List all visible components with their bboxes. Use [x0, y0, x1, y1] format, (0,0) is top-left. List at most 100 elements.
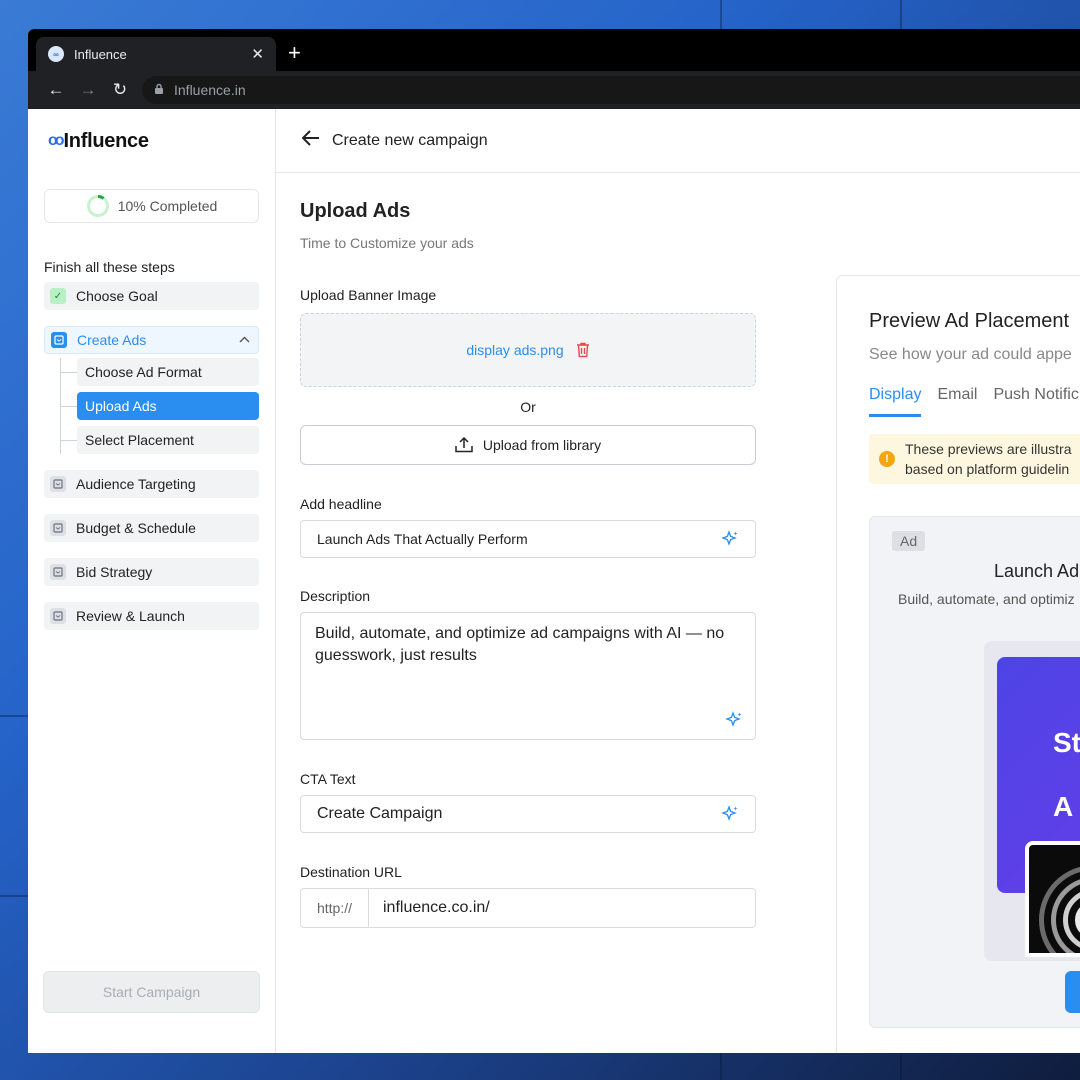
url-prefix: http://: [301, 889, 369, 927]
page-header: Create new campaign: [276, 109, 1080, 173]
substep-label: Choose Ad Format: [85, 364, 202, 380]
sparkle-icon[interactable]: [721, 805, 739, 823]
page-title: Create new campaign: [332, 131, 488, 149]
brand-logo[interactable]: oo Influence: [48, 109, 259, 173]
ad-badge: Ad: [892, 531, 926, 551]
reload-icon[interactable]: ↻: [104, 80, 136, 100]
step-icon: [51, 332, 67, 348]
chevron-up-icon[interactable]: [239, 334, 250, 346]
infinity-logo-icon: oo: [48, 132, 64, 149]
create-ads-substeps: Choose Ad Format Upload Ads Select Place…: [60, 358, 259, 454]
preview-tabs: Display Email Push Notific: [869, 386, 1080, 417]
progress-indicator: 10% Completed: [44, 189, 259, 223]
banner-label: Upload Banner Image: [300, 287, 437, 303]
url-value: influence.co.in/: [383, 899, 490, 916]
laptop-image: [1025, 841, 1080, 957]
tab-email[interactable]: Email: [937, 386, 977, 417]
substep-label: Select Placement: [85, 432, 194, 448]
ad-cta-button[interactable]: [1065, 971, 1080, 1013]
warning-text-line1: These previews are illustra: [905, 441, 1072, 457]
tab-display[interactable]: Display: [869, 386, 922, 417]
substep-select-placement[interactable]: Select Placement: [61, 426, 259, 454]
preview-panel: Preview Ad Placement See how your ad cou…: [836, 275, 1080, 1053]
step-icon: [50, 564, 66, 580]
headline-label: Add headline: [300, 496, 382, 512]
trash-icon[interactable]: [576, 342, 590, 358]
check-icon: ✓: [50, 288, 66, 304]
step-label: Create Ads: [77, 332, 147, 348]
sidebar-step-budget-schedule[interactable]: Budget & Schedule: [44, 514, 259, 542]
warning-icon: !: [879, 451, 895, 467]
start-campaign-button[interactable]: Start Campaign: [43, 971, 260, 1013]
step-label: Budget & Schedule: [76, 520, 196, 536]
sidebar-step-review-launch[interactable]: Review & Launch: [44, 602, 259, 630]
description-label: Description: [300, 588, 371, 604]
upload-from-library-button[interactable]: Upload from library: [300, 425, 756, 465]
upload-ads-form: Upload Ads Time to Customize your ads Up…: [300, 173, 756, 928]
destination-url-input[interactable]: http:// influence.co.in/: [300, 888, 756, 928]
step-label: Choose Goal: [76, 288, 158, 304]
app: oo Influence 10% Completed Finish all th…: [28, 109, 1080, 1053]
back-icon[interactable]: ←: [40, 80, 72, 100]
tab-title: Influence: [74, 46, 127, 62]
step-icon: [50, 476, 66, 492]
tab-bar: ∞ Influence ✕ +: [28, 29, 1080, 71]
step-label: Audience Targeting: [76, 476, 196, 492]
preview-warning: ! These previews are illustra based on p…: [869, 434, 1080, 484]
close-icon[interactable]: ✕: [251, 45, 264, 63]
description-value: Build, automate, and optimize ad campaig…: [315, 625, 725, 664]
url-label: Destination URL: [300, 864, 402, 880]
cta-label: CTA Text: [300, 771, 356, 787]
ad-subtitle: Build, automate, and optimiz: [898, 591, 1075, 607]
sidebar-step-choose-goal[interactable]: ✓ Choose Goal: [44, 282, 259, 310]
browser-window: ∞ Influence ✕ + ← → ↻ Influence.in oo In…: [28, 29, 1080, 1053]
lock-icon: [154, 83, 164, 98]
address-bar: ← → ↻ Influence.in: [28, 71, 1080, 109]
step-icon: [50, 608, 66, 624]
headline-input[interactable]: Launch Ads That Actually Perform: [300, 520, 756, 558]
description-textarea[interactable]: Build, automate, and optimize ad campaig…: [300, 612, 756, 740]
substep-choose-ad-format[interactable]: Choose Ad Format: [61, 358, 259, 386]
button-label: Upload from library: [482, 437, 602, 453]
section-subtitle: Time to Customize your ads: [300, 235, 474, 251]
or-separator: Or: [520, 399, 536, 415]
preview-title: Preview Ad Placement: [869, 310, 1070, 332]
url-text: Influence.in: [174, 82, 246, 98]
steps-title: Finish all these steps: [44, 259, 175, 275]
sparkle-icon[interactable]: [721, 530, 739, 548]
ad-preview-card: Ad Launch Ad Build, automate, and optimi…: [869, 516, 1080, 1028]
section-title: Upload Ads: [300, 200, 411, 222]
sidebar-step-create-ads[interactable]: Create Ads: [44, 326, 259, 354]
tab-push-notification[interactable]: Push Notific: [993, 386, 1078, 417]
cta-input[interactable]: Create Campaign: [300, 795, 756, 833]
arrow-left-icon[interactable]: [301, 129, 320, 152]
step-label: Review & Launch: [76, 608, 185, 624]
step-label: Bid Strategy: [76, 564, 153, 580]
progress-ring-icon: [86, 195, 109, 217]
step-icon: [50, 520, 66, 536]
progress-label: 10% Completed: [117, 198, 218, 214]
forward-icon[interactable]: →: [72, 80, 104, 100]
cta-value: Create Campaign: [317, 805, 443, 822]
sidebar-step-audience-targeting[interactable]: Audience Targeting: [44, 470, 259, 498]
headline-value: Launch Ads That Actually Perform: [317, 531, 528, 547]
upload-icon: [455, 437, 473, 453]
banner-filename[interactable]: display ads.png: [466, 342, 563, 358]
main-content: Create new campaign Upload Ads Time to C…: [276, 109, 1080, 1053]
substep-upload-ads[interactable]: Upload Ads: [61, 392, 259, 420]
browser-tab[interactable]: ∞ Influence ✕: [36, 37, 276, 71]
banner-dropzone[interactable]: display ads.png: [300, 313, 756, 387]
ad-title: Launch Ad: [994, 561, 1080, 581]
sparkle-icon[interactable]: [725, 711, 743, 729]
banner-text: St: [1053, 727, 1080, 758]
infinity-logo-icon: ∞: [48, 46, 64, 62]
sidebar-step-bid-strategy[interactable]: Bid Strategy: [44, 558, 259, 586]
new-tab-button[interactable]: +: [288, 37, 301, 69]
brand-name: Influence: [63, 129, 149, 152]
preview-subtitle: See how your ad could appe: [869, 346, 1072, 363]
substep-label: Upload Ads: [85, 398, 157, 414]
banner-text: A: [1053, 791, 1074, 822]
sidebar: oo Influence 10% Completed Finish all th…: [28, 109, 276, 1053]
url-field[interactable]: Influence.in: [142, 76, 1080, 104]
warning-text-line2: based on platform guidelin: [905, 461, 1070, 477]
